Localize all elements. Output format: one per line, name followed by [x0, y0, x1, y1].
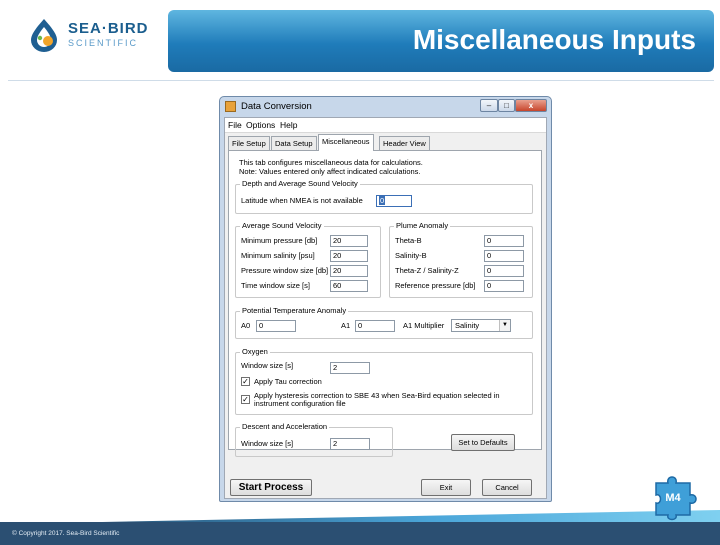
sea-bird-drop-icon [31, 19, 57, 52]
descent-window-value: 2 [333, 439, 338, 448]
module-badge: M4 [665, 492, 681, 504]
theta-z-input[interactable]: 0 [484, 265, 524, 277]
a0-input[interactable]: 0 [256, 320, 296, 332]
pressure-window-label: Pressure window size [db] [241, 266, 329, 275]
descent-acceleration-group: Descent and Acceleration Window size [s]… [235, 422, 393, 457]
exit-button[interactable]: Exit [421, 479, 471, 496]
slide-header: SEA·BIRD SCIENTIFIC Miscellaneous Inputs [0, 0, 720, 81]
avg-sound-group-title: Average Sound Velocity [240, 221, 324, 230]
theta-b-label: Theta-B [395, 236, 422, 245]
reference-pressure-value: 0 [487, 281, 492, 290]
sea-bird-logo: SEA·BIRD SCIENTIFIC [28, 16, 158, 56]
reference-pressure-label: Reference pressure [db] [395, 281, 476, 290]
start-process-button[interactable]: Start Process [230, 479, 312, 496]
pressure-window-value: 20 [333, 266, 342, 275]
tab-data-setup[interactable]: Data Setup [271, 136, 317, 150]
min-salinity-value: 20 [333, 251, 342, 260]
slide-title-bar: Miscellaneous Inputs [168, 10, 714, 72]
set-to-defaults-button[interactable]: Set to Defaults [451, 434, 515, 451]
time-window-value: 60 [333, 281, 342, 290]
menu-options[interactable]: Options [246, 120, 275, 130]
oxygen-group: Oxygen Window size [s] 2 ✓ Apply Tau cor… [235, 347, 533, 415]
salinity-b-value: 0 [487, 251, 492, 260]
a1-multiplier-value: Salinity [455, 321, 480, 330]
oxygen-window-label: Window size [s] [241, 361, 294, 370]
tab-header-view[interactable]: Header View [379, 136, 430, 150]
window-client-area: File Options Help File Setup Data Setup … [224, 117, 547, 499]
intro-text-line2: Note: Values entered only affect indicat… [239, 167, 421, 176]
descent-group-title: Descent and Acceleration [240, 422, 330, 431]
depth-sound-velocity-group: Depth and Average Sound Velocity Latitud… [235, 179, 533, 214]
latitude-label: Latitude when NMEA is not available [241, 196, 363, 205]
menu-help[interactable]: Help [280, 120, 297, 130]
theta-b-value: 0 [487, 236, 492, 245]
min-pressure-value: 20 [333, 236, 342, 245]
data-conversion-window: Data Conversion – □ x File Options Help … [219, 96, 552, 502]
reference-pressure-input[interactable]: 0 [484, 280, 524, 292]
tab-file-setup[interactable]: File Setup [228, 136, 270, 150]
time-window-input[interactable]: 60 [330, 280, 368, 292]
logo-text-primary: SEA·BIRD [68, 20, 149, 37]
menu-file[interactable]: File [228, 120, 242, 130]
pressure-window-input[interactable]: 20 [330, 265, 368, 277]
theta-z-label: Theta-Z / Salinity-Z [395, 266, 459, 275]
close-button[interactable]: x [515, 99, 547, 112]
time-window-label: Time window size [s] [241, 281, 310, 290]
depth-group-title: Depth and Average Sound Velocity [240, 179, 360, 188]
tab-miscellaneous[interactable]: Miscellaneous [318, 134, 374, 151]
min-salinity-label: Minimum salinity [psu] [241, 251, 315, 260]
app-icon [225, 101, 236, 112]
a1-multiplier-select[interactable]: Salinity ▼ [451, 319, 511, 332]
oxygen-group-title: Oxygen [240, 347, 270, 356]
menu-bar: File Options Help [225, 118, 546, 133]
salinity-b-label: Salinity-B [395, 251, 427, 260]
latitude-input[interactable]: 0 [376, 195, 412, 207]
cancel-button[interactable]: Cancel [482, 479, 532, 496]
tau-correction-label: Apply Tau correction [254, 377, 322, 386]
min-pressure-input[interactable]: 20 [330, 235, 368, 247]
maximize-button[interactable]: □ [498, 99, 515, 112]
potential-temp-group-title: Potential Temperature Anomaly [240, 306, 349, 315]
tau-correction-checkbox[interactable]: ✓ [241, 377, 250, 386]
a1-label: A1 [341, 321, 351, 330]
window-title: Data Conversion [241, 101, 312, 112]
hysteresis-label-line2: instrument configuration file [254, 399, 346, 408]
minimize-button[interactable]: – [480, 99, 498, 112]
min-pressure-label: Minimum pressure [db] [241, 236, 318, 245]
salinity-b-input[interactable]: 0 [484, 250, 524, 262]
latitude-value: 0 [379, 196, 386, 205]
theta-z-value: 0 [487, 266, 492, 275]
header-divider [8, 80, 714, 81]
window-titlebar[interactable]: Data Conversion – □ x [220, 97, 551, 117]
puzzle-piece-icon: M4 [655, 476, 697, 521]
a1-value: 0 [358, 321, 363, 330]
miscellaneous-panel: This tab configures miscellaneous data f… [228, 150, 542, 457]
a1-input[interactable]: 0 [355, 320, 395, 332]
copyright-text: © Copyright 2017. Sea-Bird Scientific [12, 530, 120, 537]
hysteresis-checkbox[interactable]: ✓ [241, 395, 250, 404]
descent-window-input[interactable]: 2 [330, 438, 370, 450]
slide-title: Miscellaneous Inputs [412, 24, 696, 55]
min-salinity-input[interactable]: 20 [330, 250, 368, 262]
oxygen-window-input[interactable]: 2 [330, 362, 370, 374]
logo-text-secondary: SCIENTIFIC [68, 38, 139, 48]
average-sound-velocity-group: Average Sound Velocity Minimum pressure … [235, 221, 381, 298]
chevron-down-icon[interactable]: ▼ [499, 320, 510, 331]
a0-value: 0 [259, 321, 264, 330]
potential-temperature-group: Potential Temperature Anomaly A0 0 A1 0 … [235, 306, 533, 339]
intro-text-line1: This tab configures miscellaneous data f… [239, 158, 423, 167]
descent-window-label: Window size [s] [241, 439, 294, 448]
plume-anomaly-group: Plume Anomaly Theta-B 0 Salinity-B 0 The… [389, 221, 533, 298]
plume-group-title: Plume Anomaly [394, 221, 451, 230]
theta-b-input[interactable]: 0 [484, 235, 524, 247]
oxygen-window-value: 2 [333, 363, 338, 372]
a1-multiplier-label: A1 Multiplier [403, 321, 445, 330]
a0-label: A0 [241, 321, 251, 330]
